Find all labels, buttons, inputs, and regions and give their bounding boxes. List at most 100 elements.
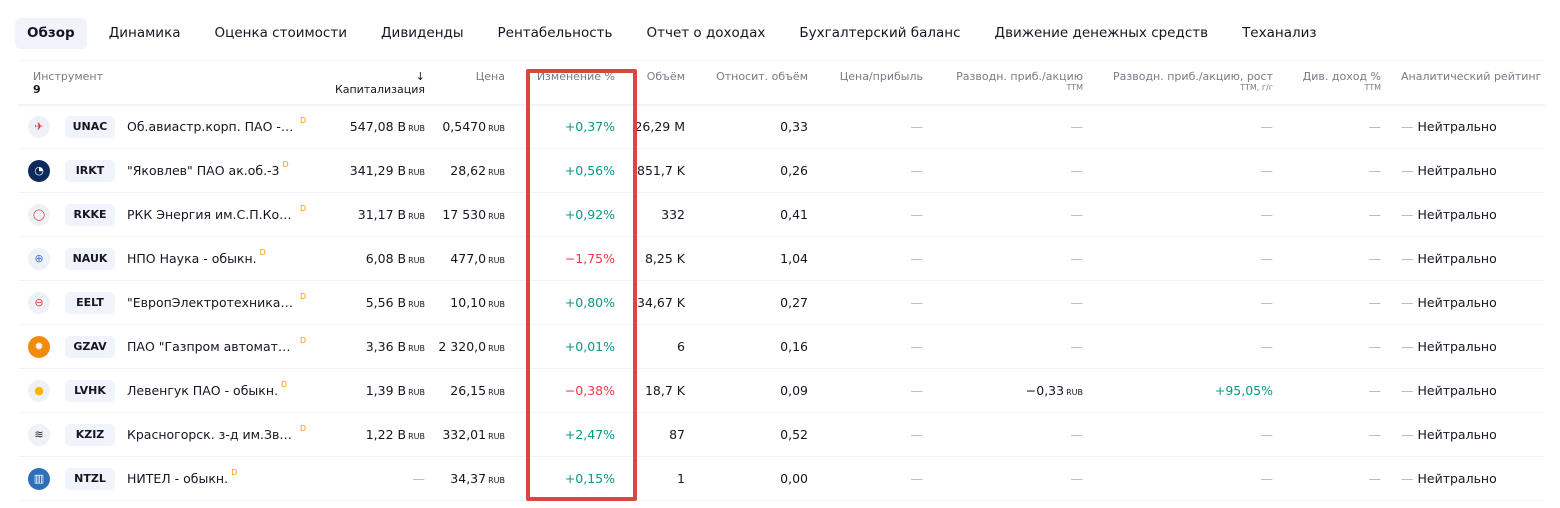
company-name[interactable]: НПО Наука - обыкн. <box>127 251 257 266</box>
analyst-rating[interactable]: — Нейтрально <box>1381 412 1545 457</box>
tab-6[interactable]: Бухгалтерский баланс <box>787 18 972 49</box>
analyst-rating[interactable]: — Нейтрально <box>1381 192 1545 237</box>
col-capitalization[interactable]: ↓ Капитализация <box>330 60 425 106</box>
col-rating[interactable]: Аналитический рейтинг <box>1381 60 1545 106</box>
instrument-cell[interactable]: ▥ NTZL НИТЕЛ - обыкн. D <box>18 456 330 501</box>
eps-growth: — <box>1083 456 1273 501</box>
instrument[interactable]: ⊖ EELT "ЕвропЭлектротехника" ПА…D <box>18 291 330 314</box>
table-row[interactable]: ✹GZAVПАО "Газпром автоматизац…D3,36 BRUB… <box>18 324 1545 369</box>
instrument-cell[interactable]: ⊖ EELT "ЕвропЭлектротехника" ПА…D <box>18 280 330 325</box>
tab-1[interactable]: Динамика <box>97 18 193 49</box>
table-row[interactable]: ⊕ NAUK НПО Наука - обыкн. D 6,08 B RUB 477,0 RU… <box>18 236 1545 281</box>
table-row[interactable]: ◔ IRKT "Яковлев" ПАО ак.об.-3 D 341,29 B RUB 2… <box>18 148 1545 193</box>
table-row[interactable]: ⊖EELT"ЕвропЭлектротехника" ПА…D5,56 BRUB… <box>18 280 1545 325</box>
eps-growth-value: — <box>1260 427 1274 442</box>
eps-value: — <box>1070 339 1084 354</box>
company-name[interactable]: НИТЕЛ - обыкн. <box>127 471 228 486</box>
market-cap-value: 1,22 B <box>365 427 407 442</box>
instrument[interactable]: ◯ RKKE РКК Энергия им.С.П.Коро… D <box>18 203 330 226</box>
instrument[interactable]: ● LVHK Левенгук ПАО - обыкн. D <box>18 379 330 402</box>
col-rel-volume[interactable]: Относит. объём <box>685 60 808 106</box>
analyst-rating[interactable]: — Нейтрально <box>1381 324 1545 369</box>
table-row[interactable]: ≋ KZIZ Красногорск. з-д им.Звере… D 1,22 B RU… <box>18 412 1545 457</box>
col-volume[interactable]: Объём <box>615 60 685 106</box>
ticker-badge[interactable]: RKKE <box>65 203 115 226</box>
tab-0[interactable]: Обзор <box>15 18 87 49</box>
instrument[interactable]: ▥ NTZL НИТЕЛ - обыкн. D <box>18 467 330 490</box>
analyst-rating[interactable]: — Нейтрально <box>1381 104 1545 149</box>
analyst-rating[interactable]: — Нейтрально <box>1381 456 1545 501</box>
instrument-cell[interactable]: ✈ UNAC Об.авиастр.корп. ПАО - об… D <box>18 104 330 149</box>
div-yield-value: — <box>1368 427 1382 442</box>
ticker-badge[interactable]: GZAV <box>65 335 115 358</box>
tab-8[interactable]: Теханализ <box>1230 18 1329 49</box>
company-name[interactable]: Левенгук ПАО - обыкн. <box>127 383 278 398</box>
ticker-badge[interactable]: LVHK <box>65 379 115 402</box>
analyst-rating[interactable]: — Нейтрально <box>1381 148 1545 193</box>
ticker-badge[interactable]: EELT <box>65 291 115 314</box>
tab-7[interactable]: Движение денежных средств <box>983 18 1221 49</box>
col-eps-growth[interactable]: Разводн. приб./акцию, рост TTM, г/г <box>1083 60 1273 106</box>
ticker-badge[interactable]: KZIZ <box>65 423 115 446</box>
table-row[interactable]: ✈ UNAC Об.авиастр.корп. ПАО - об… D 547,08 B… <box>18 104 1545 149</box>
instrument[interactable]: ✈ UNAC Об.авиастр.корп. ПАО - об… D <box>18 115 330 138</box>
company-name[interactable]: ПАО "Газпром автоматизац… <box>127 339 297 354</box>
pe-ratio-value: — <box>910 251 924 266</box>
company-logo-icon: ▥ <box>28 467 50 490</box>
table-row[interactable]: ◯ RKKE РКК Энергия им.С.П.Коро… D 31,17 B RUB… <box>18 192 1545 237</box>
currency-label: RUB <box>488 388 505 397</box>
currency-label: RUB <box>488 212 505 221</box>
col-price[interactable]: Цена <box>425 60 505 106</box>
ticker-badge[interactable]: NAUK <box>65 247 115 270</box>
price-value: 0,5470 <box>442 119 487 135</box>
col-instrument[interactable]: Инструмент 9 <box>18 60 330 106</box>
delayed-badge: D <box>231 468 238 477</box>
company-name[interactable]: "ЕвропЭлектротехника" ПА… <box>127 295 297 310</box>
ticker-badge[interactable]: NTZL <box>65 467 115 490</box>
tab-5[interactable]: Отчет о доходах <box>634 18 777 49</box>
col-div-yield[interactable]: Див. доход % TTM <box>1273 60 1381 106</box>
eps: — <box>923 412 1083 457</box>
instrument[interactable]: ≋ KZIZ Красногорск. з-д им.Звере… D <box>18 423 330 446</box>
tab-3[interactable]: Дивиденды <box>369 18 476 49</box>
col-eps[interactable]: Разводн. приб./акцию TTM <box>923 60 1083 106</box>
instrument[interactable]: ✹ GZAV ПАО "Газпром автоматизац…D <box>18 335 330 358</box>
instrument-cell[interactable]: ⊕ NAUK НПО Наука - обыкн. D <box>18 236 330 281</box>
rel-volume: 0,41 <box>685 192 808 237</box>
company-name[interactable]: Об.авиастр.корп. ПАО - об… <box>127 119 297 134</box>
table-row[interactable]: ▥ NTZL НИТЕЛ - обыкн. D —34,37 RUB +0,15% 1 0,00… <box>18 456 1545 501</box>
eps: — <box>923 192 1083 237</box>
company-name[interactable]: Красногорск. з-д им.Звере… <box>127 427 297 442</box>
instrument-cell[interactable]: ✹ GZAV ПАО "Газпром автоматизац…D <box>18 324 330 369</box>
ticker-badge[interactable]: UNAC <box>65 115 115 138</box>
tab-4[interactable]: Рентабельность <box>486 18 625 49</box>
tab-2[interactable]: Оценка стоимости <box>203 18 360 49</box>
instrument-cell[interactable]: ◯ RKKE РКК Энергия им.С.П.Коро… D <box>18 192 330 237</box>
analyst-rating[interactable]: — Нейтрально <box>1381 368 1545 413</box>
rel-volume-value: 0,41 <box>780 207 808 222</box>
instrument[interactable]: ◔ IRKT "Яковлев" ПАО ак.об.-3 D <box>18 159 330 182</box>
col-sublabel: TTM <box>1066 83 1083 92</box>
currency-label: RUB <box>408 344 425 353</box>
price-value: 477,0 <box>450 251 487 266</box>
analyst-rating[interactable]: — Нейтрально <box>1381 280 1545 325</box>
instrument-cell[interactable]: ≋ KZIZ Красногорск. з-д им.Звере… D <box>18 412 330 457</box>
market-cap: 1,39 B RUB <box>330 368 425 413</box>
col-pe[interactable]: Цена/прибыль <box>808 60 923 106</box>
instrument-cell[interactable]: ◔ IRKT "Яковлев" ПАО ак.об.-3 D <box>18 148 330 193</box>
rel-volume: 0,00 <box>685 456 808 501</box>
company-name[interactable]: РКК Энергия им.С.П.Коро… <box>127 207 297 222</box>
analyst-rating[interactable]: — Нейтрально <box>1381 236 1545 281</box>
pe-ratio: — <box>808 104 923 149</box>
company-name[interactable]: "Яковлев" ПАО ак.об.-3 <box>127 163 280 178</box>
div-yield-value: — <box>1368 383 1382 398</box>
instrument-cell[interactable]: ● LVHK Левенгук ПАО - обыкн. D <box>18 368 330 413</box>
market-cap-value: — <box>412 471 426 486</box>
volume-value: 6 <box>677 339 685 354</box>
instrument[interactable]: ⊕ NAUK НПО Наука - обыкн. D <box>18 247 330 270</box>
col-change[interactable]: Изменение % <box>505 60 615 106</box>
ticker-badge[interactable]: IRKT <box>65 159 115 182</box>
price-value: 26,15 <box>450 383 487 398</box>
div-yield-value: — <box>1368 251 1382 266</box>
table-row[interactable]: ● LVHK Левенгук ПАО - обыкн. D 1,39 B RUB 26,1… <box>18 368 1545 413</box>
